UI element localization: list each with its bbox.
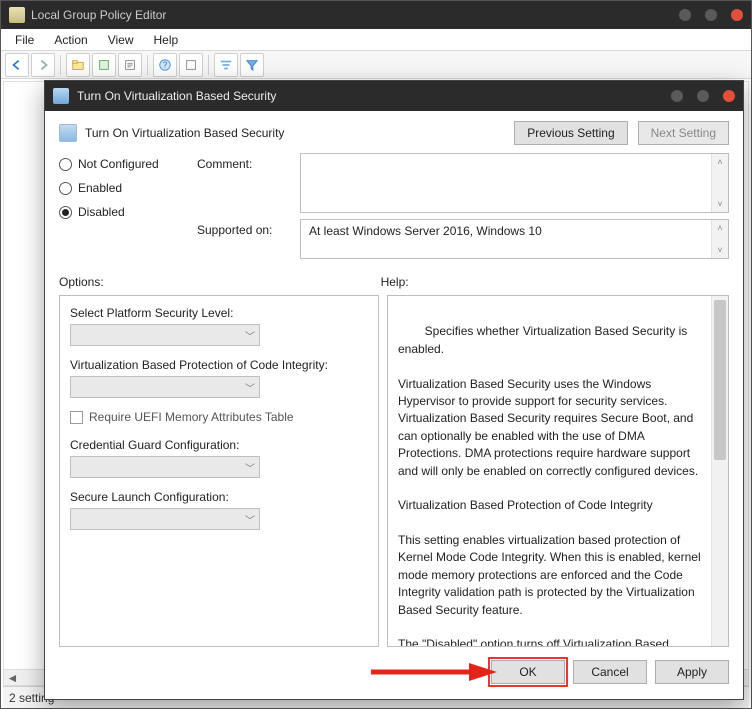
toolbar-help-icon[interactable]: ?: [153, 53, 177, 77]
menu-view[interactable]: View: [98, 31, 144, 49]
scroll-left-icon[interactable]: ◄: [4, 670, 21, 685]
maximize-icon[interactable]: [705, 9, 717, 21]
toolbar-forward-icon[interactable]: [31, 53, 55, 77]
chevron-down-icon: ﹀: [245, 328, 255, 343]
toolbar-up-icon[interactable]: [66, 53, 90, 77]
policy-icon: [59, 124, 77, 142]
policy-dialog: Turn On Virtualization Based Security Tu…: [44, 80, 744, 700]
menu-action[interactable]: Action: [44, 31, 97, 49]
scrollbar-thumb[interactable]: [714, 300, 726, 460]
supported-label: Supported on:: [197, 219, 292, 237]
menu-help[interactable]: Help: [144, 31, 189, 49]
opt-secure-launch-combo[interactable]: ﹀: [70, 508, 260, 530]
ok-button[interactable]: OK: [491, 660, 565, 684]
opt-uefi-label: Require UEFI Memory Attributes Table: [89, 410, 294, 424]
comment-field[interactable]: ˄˅: [300, 153, 729, 213]
chevron-down-icon: ﹀: [245, 460, 255, 475]
svg-text:?: ?: [163, 60, 168, 69]
radio-not-configured-label: Not Configured: [78, 157, 159, 171]
dialog-maximize-icon[interactable]: [697, 90, 709, 102]
chevron-down-icon: ﹀: [245, 380, 255, 395]
help-scrollbar[interactable]: [711, 296, 728, 646]
gpedit-icon: [9, 7, 25, 23]
toolbar: ?: [1, 51, 751, 79]
opt-credguard-label: Credential Guard Configuration:: [70, 438, 368, 452]
opt-secure-launch-label: Secure Launch Configuration:: [70, 490, 368, 504]
radio-enabled[interactable]: Enabled: [59, 181, 189, 195]
scroll-down-icon[interactable]: ˅: [712, 196, 728, 212]
menubar: File Action View Help: [1, 29, 751, 51]
radio-not-configured[interactable]: Not Configured: [59, 157, 189, 171]
help-pane[interactable]: Specifies whether Virtualization Based S…: [387, 295, 729, 647]
policy-label: Turn On Virtualization Based Security: [85, 126, 284, 140]
checkbox-icon: [70, 411, 83, 424]
close-icon[interactable]: [731, 9, 743, 21]
toolbar-props-icon[interactable]: [179, 53, 203, 77]
menu-file[interactable]: File: [5, 31, 44, 49]
opt-platform-security-combo[interactable]: ﹀: [70, 324, 260, 346]
toolbar-refresh-icon[interactable]: [92, 53, 116, 77]
toolbar-filter-icon[interactable]: [240, 53, 264, 77]
chevron-down-icon: ﹀: [245, 512, 255, 527]
dialog-title: Turn On Virtualization Based Security: [77, 89, 276, 103]
highlight-arrow-icon: [369, 661, 499, 686]
scroll-up-icon[interactable]: ˄: [712, 220, 728, 236]
toolbar-filter-list-icon[interactable]: [214, 53, 238, 77]
help-text: Specifies whether Virtualization Based S…: [398, 324, 704, 647]
opt-vbp-ci-label: Virtualization Based Protection of Code …: [70, 358, 368, 372]
minimize-icon[interactable]: [679, 9, 691, 21]
comment-scrollbar[interactable]: ˄˅: [711, 154, 728, 212]
apply-button[interactable]: Apply: [655, 660, 729, 684]
toolbar-export-icon[interactable]: [118, 53, 142, 77]
previous-setting-button[interactable]: Previous Setting: [514, 121, 627, 145]
bg-titlebar[interactable]: Local Group Policy Editor: [1, 1, 751, 29]
radio-enabled-label: Enabled: [78, 181, 122, 195]
opt-platform-security-label: Select Platform Security Level:: [70, 306, 368, 320]
toolbar-back-icon[interactable]: [5, 53, 29, 77]
radio-disabled-label: Disabled: [78, 205, 125, 219]
dialog-minimize-icon[interactable]: [671, 90, 683, 102]
policy-header: Turn On Virtualization Based Security: [59, 124, 504, 142]
supported-field: At least Windows Server 2016, Windows 10…: [300, 219, 729, 259]
dialog-titlebar[interactable]: Turn On Virtualization Based Security: [45, 81, 743, 111]
options-pane: Select Platform Security Level: ﹀ Virtua…: [59, 295, 379, 647]
bg-title-text: Local Group Policy Editor: [31, 8, 166, 22]
next-setting-button: Next Setting: [638, 121, 729, 145]
options-section-label: Options:: [59, 275, 381, 289]
state-radio-group: Not Configured Enabled Disabled: [59, 153, 189, 219]
supported-text: At least Windows Server 2016, Windows 10: [309, 224, 542, 238]
scroll-up-icon[interactable]: ˄: [712, 154, 728, 170]
opt-vbp-ci-combo[interactable]: ﹀: [70, 376, 260, 398]
cancel-button[interactable]: Cancel: [573, 660, 647, 684]
opt-uefi-checkbox[interactable]: Require UEFI Memory Attributes Table: [70, 410, 368, 424]
dialog-close-icon[interactable]: [723, 90, 735, 102]
policy-setting-icon: [53, 88, 69, 104]
supported-scrollbar[interactable]: ˄˅: [711, 220, 728, 258]
help-section-label: Help:: [381, 275, 409, 289]
comment-label: Comment:: [197, 153, 292, 171]
radio-disabled[interactable]: Disabled: [59, 205, 189, 219]
opt-credguard-combo[interactable]: ﹀: [70, 456, 260, 478]
scroll-down-icon[interactable]: ˅: [712, 242, 728, 258]
dialog-footer: OK Cancel Apply: [59, 655, 729, 689]
